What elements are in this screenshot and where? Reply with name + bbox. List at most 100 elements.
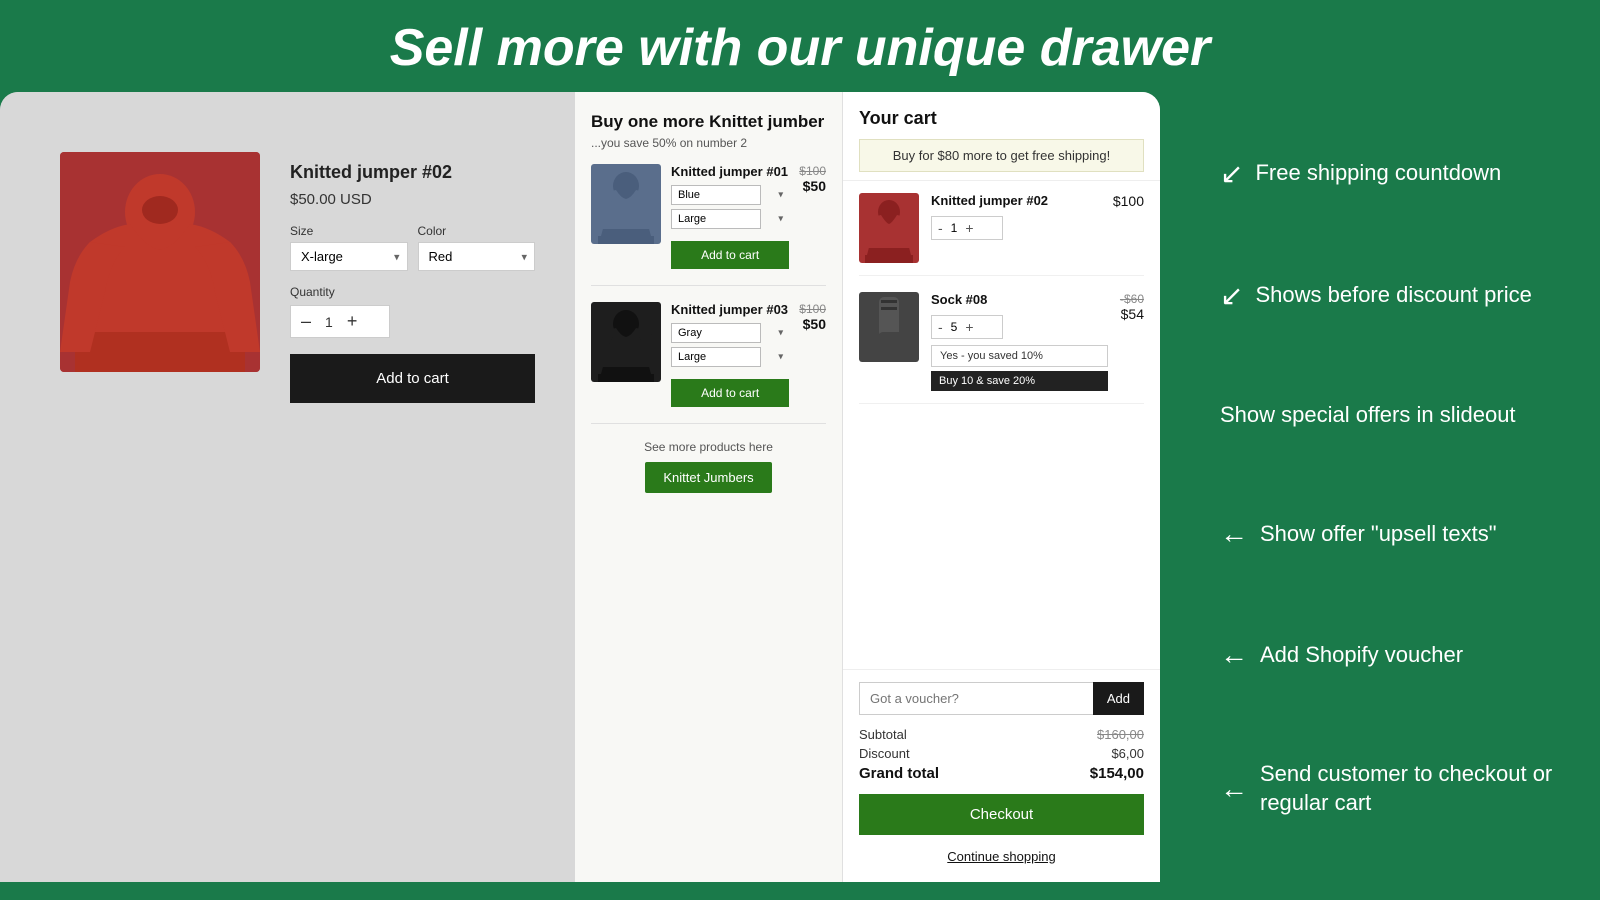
annotation-checkout: ← Send customer to checkout or regular c… (1220, 760, 1580, 817)
annotation-text-1: Free shipping countdown (1255, 159, 1501, 188)
color-select-wrapper: Red Blue Green (418, 242, 536, 271)
upsell-color-wrapper-2: Gray Black (671, 323, 789, 343)
upsell-price-original-2: $100 (799, 302, 826, 316)
upsell-size-wrapper-1: Large Small (671, 209, 789, 229)
cart-item-2-image (859, 292, 919, 362)
voucher-add-btn[interactable]: Add (1093, 682, 1144, 715)
qty-value: 1 (325, 314, 333, 330)
page-header: Sell more with our unique drawer (0, 0, 1600, 92)
size-option-group: Size X-large Small Medium Large (290, 224, 408, 271)
upsell-title: Buy one more Knittet jumber (591, 112, 826, 132)
cart-item-2-original-price: -$60 (1120, 292, 1144, 306)
device-frame: Knitted jumper #02 $50.00 USD Size X-lar… (0, 92, 1160, 882)
qty-minus-btn[interactable]: – (301, 311, 311, 332)
voucher-row: Add (859, 682, 1144, 715)
cart-item-1: Knitted jumper #02 - 1 + $100 (859, 193, 1144, 276)
cart-items-list: Knitted jumper #02 - 1 + $100 (843, 181, 1160, 669)
upsell-item-2-image (591, 302, 661, 382)
upsell-color-select-1[interactable]: Blue Red (671, 185, 761, 205)
upsell-item-1-name: Knitted jumper #01 (671, 164, 789, 179)
cart-item-2-qty-control: - 5 + (931, 315, 1003, 339)
upsell-item-2: Knitted jumper #03 Gray Black Large Smal… (591, 302, 826, 424)
cart-footer: Add Subtotal $160,00 Discount $6,00 Gran… (843, 669, 1160, 882)
cart-item-1-details: Knitted jumper #02 - 1 + (931, 193, 1101, 240)
cart-item-1-price: $100 (1113, 193, 1144, 209)
upsell-item-1-prices: $100 $50 (799, 164, 826, 269)
grand-total-value: $154,00 (1090, 765, 1144, 782)
sweater-red-img (60, 152, 260, 372)
annotations-panel: ↙ Free shipping countdown ↙ Shows before… (1160, 92, 1600, 882)
size-select[interactable]: X-large Small Medium Large (290, 242, 408, 271)
upsell-badge-1: Yes - you saved 10% (931, 345, 1108, 367)
arrow-icon-1: ↙ (1220, 157, 1243, 190)
upsell-size-select-1[interactable]: Large Small (671, 209, 761, 229)
upsell-price-current-2: $50 (803, 316, 826, 332)
upsell-item-2-info: Knitted jumper #03 Gray Black Large Smal… (671, 302, 789, 407)
cart-item-1-plus-btn[interactable]: + (965, 220, 973, 236)
upsell-item-1-image (591, 164, 661, 244)
device-screen: Knitted jumper #02 $50.00 USD Size X-lar… (0, 92, 1160, 882)
arrow-icon-2: ↙ (1220, 279, 1243, 312)
add-to-cart-button[interactable]: Add to cart (290, 354, 535, 403)
cart-item-1-minus-btn[interactable]: - (938, 220, 943, 236)
discount-value: $6,00 (1111, 746, 1144, 761)
upsell-color-select-2[interactable]: Gray Black (671, 323, 761, 343)
upsell-add-btn-1[interactable]: Add to cart (671, 241, 789, 269)
color-select[interactable]: Red Blue Green (418, 242, 536, 271)
qty-plus-btn[interactable]: + (347, 311, 358, 332)
quantity-label: Quantity (290, 285, 535, 299)
cart-item-1-qty-control: - 1 + (931, 216, 1003, 240)
discount-row: Discount $6,00 (859, 746, 1144, 761)
upsell-subtitle: ...you save 50% on number 2 (591, 136, 826, 150)
upsell-drawer: Buy one more Knittet jumber ...you save … (575, 92, 843, 882)
see-more-text: See more products here (591, 440, 826, 454)
upsell-item-1: Knitted jumper #01 Blue Red Large Small (591, 164, 826, 286)
cart-item-2-plus-btn[interactable]: + (965, 319, 973, 335)
cart-item-2-current-price: $54 (1120, 306, 1144, 322)
annotation-upsell-texts: ← Show offer "upsell texts" (1220, 518, 1580, 550)
cart-title: Your cart (859, 108, 1144, 129)
annotation-text-4: Show offer "upsell texts" (1260, 520, 1497, 549)
upsell-add-btn-2[interactable]: Add to cart (671, 379, 789, 407)
annotation-text-5: Add Shopify voucher (1260, 641, 1463, 670)
size-label: Size (290, 224, 408, 238)
cart-item-2-name: Sock #08 (931, 292, 1108, 307)
size-select-wrapper: X-large Small Medium Large (290, 242, 408, 271)
subtotal-label: Subtotal (859, 727, 907, 742)
cart-header: Your cart Buy for $80 more to get free s… (843, 92, 1160, 181)
main-area: Knitted jumper #02 $50.00 USD Size X-lar… (0, 92, 1600, 882)
cart-sweater-img (859, 193, 919, 263)
upsell-badge-2: Buy 10 & save 20% (931, 371, 1108, 391)
discount-label: Discount (859, 746, 910, 761)
quantity-control: – 1 + (290, 305, 390, 338)
arrow-icon-5: ← (1220, 639, 1248, 671)
grand-total-label: Grand total (859, 765, 939, 782)
voucher-input[interactable] (859, 682, 1093, 715)
upsell-price-original-1: $100 (799, 164, 826, 178)
upsell-item-1-info: Knitted jumper #01 Blue Red Large Small (671, 164, 789, 269)
jumper-dark-img (591, 302, 661, 382)
subtotal-row: Subtotal $160,00 (859, 727, 1144, 742)
page-title: Sell more with our unique drawer (0, 18, 1600, 78)
annotation-special-offers: Show special offers in slideout (1220, 401, 1580, 430)
upsell-size-wrapper-2: Large Small (671, 347, 789, 367)
subtotal-value: $160,00 (1097, 727, 1144, 742)
annotation-text-3: Show special offers in slideout (1220, 401, 1516, 430)
continue-shopping-button[interactable]: Continue shopping (859, 843, 1144, 870)
cart-item-1-qty: 1 (951, 221, 958, 235)
checkout-button[interactable]: Checkout (859, 794, 1144, 835)
annotation-text-2: Shows before discount price (1255, 281, 1531, 310)
color-label: Color (418, 224, 536, 238)
see-more-btn[interactable]: Knittet Jumbers (645, 462, 771, 493)
cart-item-1-name: Knitted jumper #02 (931, 193, 1101, 208)
cart-item-2-qty: 5 (951, 320, 958, 334)
grand-total-row: Grand total $154,00 (859, 765, 1144, 782)
arrow-icon-4: ← (1220, 518, 1248, 550)
product-image (60, 152, 260, 372)
product-info: Knitted jumper #02 $50.00 USD Size X-lar… (290, 152, 535, 403)
annotation-shopify-voucher: ← Add Shopify voucher (1220, 639, 1580, 671)
annotation-free-shipping: ↙ Free shipping countdown (1220, 157, 1580, 190)
upsell-size-select-2[interactable]: Large Small (671, 347, 761, 367)
cart-item-2-minus-btn[interactable]: - (938, 319, 943, 335)
upsell-price-current-1: $50 (803, 178, 826, 194)
